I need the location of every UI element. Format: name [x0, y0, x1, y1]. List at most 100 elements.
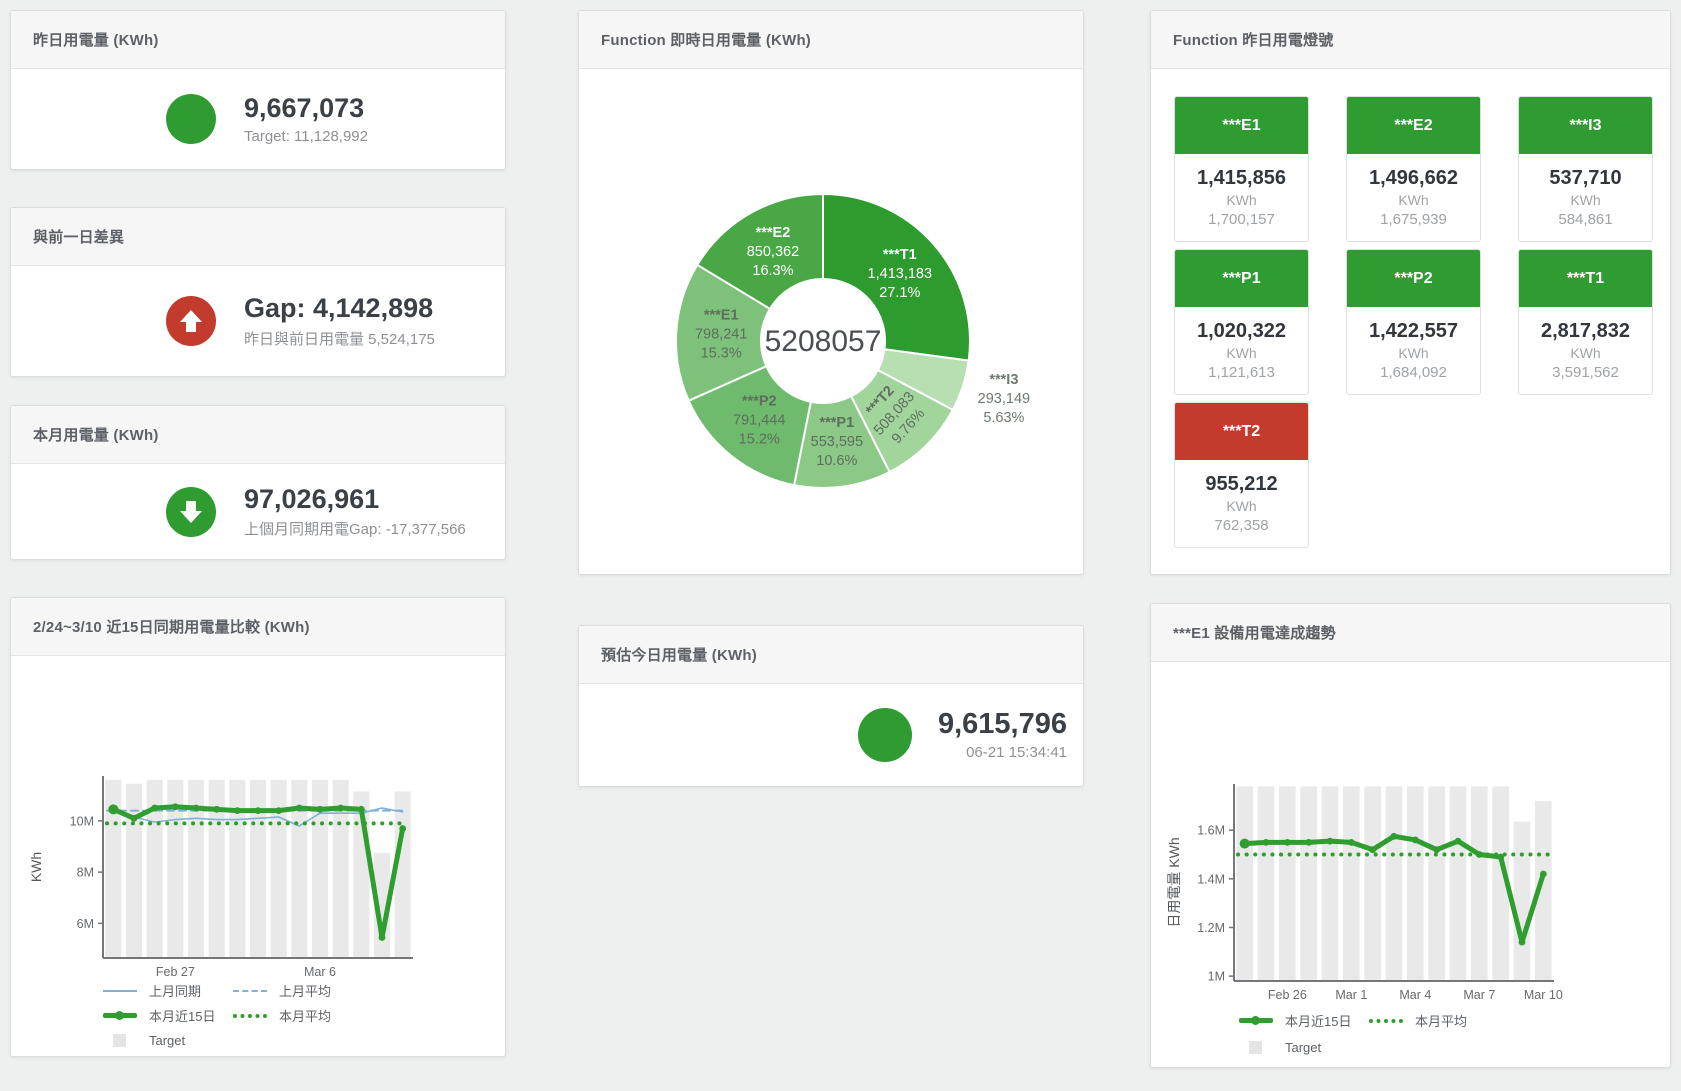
compare-chart-legend: 上月同期 上月平均 本月近15日 本月平均: [103, 978, 363, 1053]
panel-yesterday-usage: 昨日用電量 (KWh) 9,667,073 Target: 11,128,992: [10, 10, 506, 170]
yesterday-lights-body: ***E11,415,856KWh1,700,157***E21,496,662…: [1151, 69, 1670, 574]
green-status-circle-icon: [166, 94, 216, 144]
legend-label: 本月近15日: [149, 1006, 215, 1025]
month-usage-value: 97,026,961: [244, 484, 466, 515]
e1-trend-legend: 本月近15日 本月平均 Target: [1239, 1007, 1499, 1061]
panel-yesterday-lights-header[interactable]: Function 昨日用電燈號: [1151, 11, 1670, 69]
panel-month-usage-header[interactable]: 本月用電量 (KWh): [11, 406, 505, 464]
legend-label: 上月平均: [279, 981, 331, 1000]
legend-item-target[interactable]: Target: [1239, 1040, 1369, 1055]
tile-secondary: 3,591,562: [1552, 364, 1619, 381]
data-point-marker: [1305, 839, 1312, 846]
tile-value: 1,415,856: [1197, 167, 1286, 190]
legend-item-this-month-avg[interactable]: 本月平均: [1369, 1011, 1499, 1030]
target-bar: [271, 780, 287, 958]
legend-label: 本月平均: [1415, 1011, 1467, 1030]
y-tick-label: 1.6M: [1197, 824, 1225, 838]
green-line-swatch-icon: [103, 1013, 137, 1018]
donut-slice-label: ***I3293,1495.63%: [978, 372, 1030, 426]
tile-unit: KWh: [1570, 192, 1600, 208]
tile-value: 1,496,662: [1369, 167, 1458, 190]
panel-yesterday-usage-header[interactable]: 昨日用電量 (KWh): [11, 11, 505, 69]
y-tick-label: 6M: [77, 917, 94, 931]
tile-unit: KWh: [1398, 192, 1428, 208]
y-tick-label: 1.2M: [1197, 921, 1225, 935]
tile-unit: KWh: [1570, 345, 1600, 361]
legend-item-this-month-avg[interactable]: 本月平均: [233, 1006, 363, 1025]
data-point-marker: [1263, 839, 1270, 846]
panel-title: 昨日用電量 (KWh): [33, 29, 159, 50]
legend-item-target[interactable]: Target: [103, 1033, 233, 1048]
status-tile-green: ***E11,415,856KWh1,700,157: [1174, 96, 1309, 242]
target-bar: [229, 780, 245, 958]
tile-value: 955,212: [1205, 473, 1277, 496]
panel-title: 預估今日用電量 (KWh): [601, 644, 757, 665]
tile-header: ***E1: [1175, 97, 1308, 154]
green-dotted-swatch-icon: [233, 1014, 267, 1018]
data-point-marker: [213, 806, 220, 813]
tile-secondary: 1,684,092: [1380, 364, 1447, 381]
tile-header: ***P2: [1347, 250, 1480, 307]
legend-label: 上月同期: [149, 981, 201, 1000]
legend-item-this-month[interactable]: 本月近15日: [1239, 1011, 1369, 1030]
tile-value: 2,817,832: [1541, 320, 1630, 343]
y-tick-label: 1.4M: [1197, 872, 1225, 886]
data-point-marker: [317, 806, 324, 813]
legend-item-last-month[interactable]: 上月同期: [103, 981, 233, 1000]
data-point-marker: [1327, 838, 1334, 845]
yesterday-usage-target: Target: 11,128,992: [244, 128, 368, 145]
tile-unit: KWh: [1226, 498, 1256, 514]
blue-dashed-swatch-icon: [233, 990, 267, 992]
status-tile-green: ***P21,422,557KWh1,684,092: [1346, 249, 1481, 395]
tile-secondary: 1,121,613: [1208, 364, 1275, 381]
tile-value: 1,422,557: [1369, 320, 1458, 343]
estimate-today-stat: 9,615,796 06-21 15:34:41: [579, 684, 1083, 786]
x-tick-label: Mar 4: [1399, 988, 1431, 1002]
legend-item-last-month-avg[interactable]: 上月平均: [233, 981, 363, 1000]
data-point-marker: [1240, 839, 1250, 849]
legend-item-this-month[interactable]: 本月近15日: [103, 1006, 233, 1025]
x-tick-label: Mar 10: [1524, 988, 1563, 1002]
data-point-marker: [358, 806, 365, 813]
month-usage-stat: 97,026,961 上個月同期用電Gap: -17,377,566: [11, 464, 505, 559]
tile-header: ***T2: [1175, 403, 1308, 460]
data-point-marker: [234, 807, 241, 814]
target-bar: [1343, 786, 1360, 981]
target-bar: [1322, 786, 1339, 981]
data-point-marker: [1519, 939, 1526, 946]
data-point-marker: [172, 803, 179, 810]
tile-header: ***T1: [1519, 250, 1652, 307]
tile-body: 1,415,856KWh1,700,157: [1175, 154, 1308, 241]
green-status-circle-icon: [858, 708, 912, 762]
tile-header: ***I3: [1519, 97, 1652, 154]
panel-title: 本月用電量 (KWh): [33, 424, 159, 445]
data-point-marker: [255, 807, 262, 814]
tile-body: 1,020,322KWh1,121,613: [1175, 307, 1308, 394]
data-point-marker: [1412, 837, 1419, 844]
target-bar: [1300, 786, 1317, 981]
x-tick-label: Mar 1: [1335, 988, 1367, 1002]
estimate-timestamp: 06-21 15:34:41: [938, 744, 1067, 761]
panel-compare-chart-header[interactable]: 2/24~3/10 近15日同期用電量比較 (KWh): [11, 598, 505, 656]
panel-realtime-donut-header[interactable]: Function 即時日用電量 (KWh): [579, 11, 1083, 69]
day-gap-stat: Gap: 4,142,898 昨日與前日用電量 5,524,175: [11, 266, 505, 376]
panel-e1-trend-chart-header[interactable]: ***E1 設備用電達成趨勢: [1151, 604, 1670, 662]
target-bar: [1258, 786, 1275, 981]
status-tile-green: ***E21,496,662KWh1,675,939: [1346, 96, 1481, 242]
target-bar: [250, 780, 266, 958]
data-point-marker: [1433, 846, 1440, 853]
tile-body: 1,422,557KWh1,684,092: [1347, 307, 1480, 394]
panel-day-gap: 與前一日差異 Gap: 4,142,898 昨日與前日用電量 5,524,175: [10, 207, 506, 377]
tile-secondary: 584,861: [1558, 211, 1612, 228]
panel-e1-trend-chart: ***E1 設備用電達成趨勢 1M1.2M1.4M1.6MFeb 26Mar 1…: [1150, 603, 1671, 1068]
gray-square-swatch-icon: [113, 1034, 126, 1047]
x-tick-label: Mar 7: [1463, 988, 1495, 1002]
status-tile-green: ***I3 537,710 KWh 584,861: [1518, 96, 1653, 242]
data-point-marker: [399, 825, 406, 832]
x-tick-label: Feb 27: [156, 965, 195, 979]
tile-secondary: 1,675,939: [1380, 211, 1447, 228]
panel-estimate-today-header[interactable]: 預估今日用電量 (KWh): [579, 626, 1083, 684]
panel-day-gap-header[interactable]: 與前一日差異: [11, 208, 505, 266]
tile-value: 537,710: [1549, 167, 1621, 190]
target-bar: [1386, 786, 1403, 981]
